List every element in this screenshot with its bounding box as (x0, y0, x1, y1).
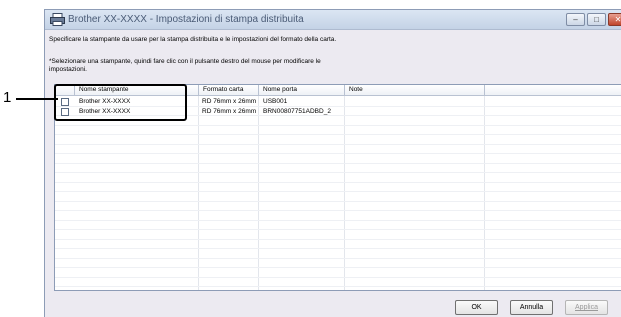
grid-line (55, 125, 621, 126)
grid-line (55, 210, 621, 211)
instruction-text-continued: impostazioni. (49, 66, 87, 73)
close-button[interactable]: ✕ (608, 13, 621, 26)
grid-line (55, 248, 621, 249)
grid-line (55, 182, 621, 183)
grid-line (55, 134, 621, 135)
cancel-button[interactable]: Annulla (510, 300, 553, 315)
window-title: Brother XX-XXXX - Impostazioni di stampa… (68, 14, 304, 25)
grid-line (55, 286, 621, 287)
callout-highlight-box (54, 84, 187, 121)
minimize-button[interactable]: – (566, 13, 585, 26)
description-text: Specificare la stampante da usare per la… (49, 36, 337, 43)
instruction-text: *Selezionare una stampante, quindi fare … (49, 58, 321, 65)
settings-window: Brother XX-XXXX - Impostazioni di stampa… (44, 9, 621, 317)
grid-line (55, 239, 621, 240)
column-header-notes[interactable]: Note (345, 85, 485, 96)
grid-line (55, 172, 621, 173)
maximize-button[interactable]: □ (587, 13, 606, 26)
grid-line (55, 163, 621, 164)
column-header-paper-format[interactable]: Formato carta (199, 85, 259, 96)
callout-number: 1 (3, 89, 12, 106)
grid-line (55, 144, 621, 145)
column-header-port-name[interactable]: Nome porta (259, 85, 345, 96)
port-name[interactable]: BRN00807751ADBD_2 (263, 107, 331, 116)
title-bar[interactable]: Brother XX-XXXX - Impostazioni di stampa… (45, 10, 621, 30)
grid-line (55, 153, 621, 154)
grid-line (55, 229, 621, 230)
port-name[interactable]: USB001 (263, 97, 287, 106)
grid-line (55, 267, 621, 268)
column-header-filler (485, 85, 621, 96)
paper-format[interactable]: RD 76mm x 26mm (202, 97, 256, 106)
ok-button[interactable]: OK (455, 300, 498, 315)
paper-format[interactable]: RD 76mm x 26mm (202, 107, 256, 116)
apply-button[interactable]: Applica (565, 300, 608, 315)
printer-icon (50, 13, 65, 26)
grid-line (55, 258, 621, 259)
grid-line (55, 220, 621, 221)
callout-leader-line (16, 98, 58, 100)
grid-line (55, 201, 621, 202)
grid-line (55, 277, 621, 278)
grid-line (55, 191, 621, 192)
